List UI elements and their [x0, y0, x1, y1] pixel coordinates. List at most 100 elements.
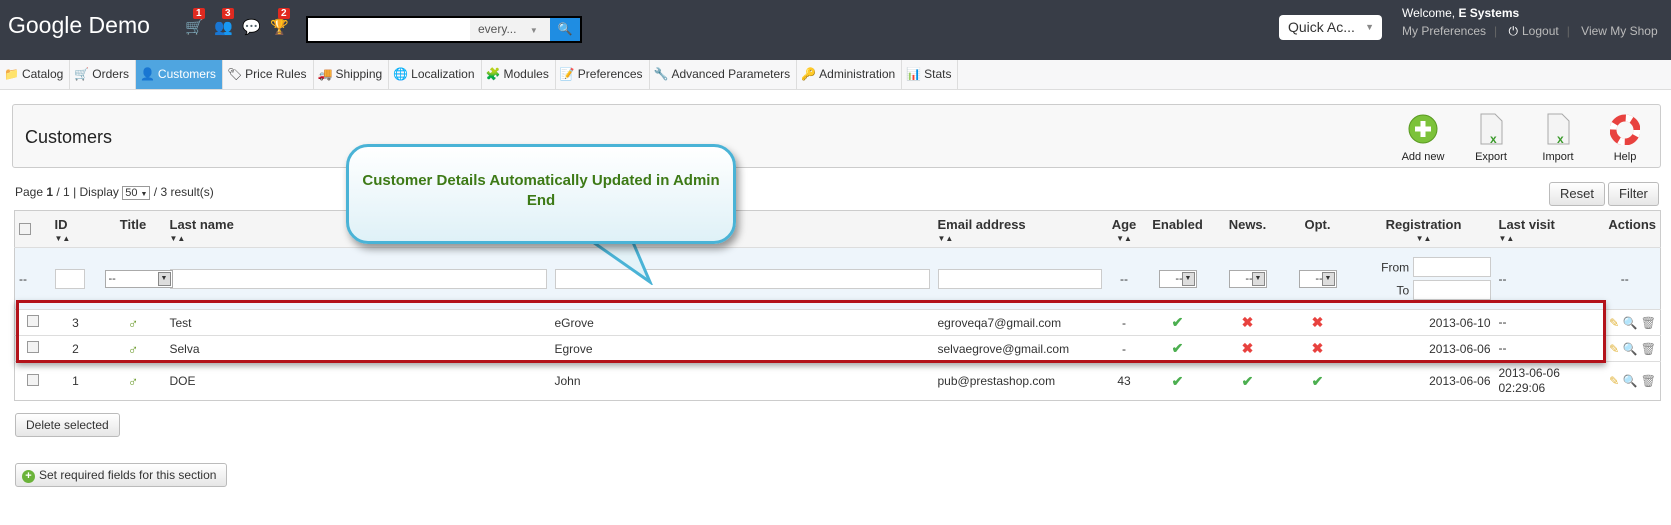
- reset-button[interactable]: Reset: [1549, 182, 1605, 206]
- registration-to-input[interactable]: [1412, 280, 1491, 300]
- tab-orders[interactable]: 🛒 Orders: [70, 60, 136, 89]
- logout-link[interactable]: Logout: [1522, 24, 1559, 38]
- column-label: Last visit: [1498, 217, 1555, 232]
- cell-first-name: John: [550, 361, 934, 401]
- cell-last-visit: --: [1494, 335, 1590, 362]
- cross-icon[interactable]: ✖: [1242, 314, 1254, 330]
- search-input[interactable]: every... ▼ 🔍: [306, 16, 582, 43]
- enabled-filter-select[interactable]: -- ▼: [1158, 269, 1197, 288]
- delete-selected-button[interactable]: Delete selected: [15, 413, 120, 437]
- sort-arrows-icon[interactable]: ▼▲: [938, 234, 1102, 243]
- chevron-down-icon: ▼: [1365, 22, 1374, 32]
- add-new-button[interactable]: Add new: [1393, 113, 1453, 163]
- cross-icon[interactable]: ✖: [1242, 340, 1254, 356]
- welcome-prefix: Welcome,: [1402, 6, 1459, 20]
- filter-button[interactable]: Filter: [1608, 182, 1659, 206]
- my-preferences-link[interactable]: My Preferences: [1402, 24, 1486, 38]
- import-label: Import: [1542, 151, 1574, 163]
- filter-dash: --: [14, 247, 51, 310]
- title-filter-select[interactable]: -- ▼: [104, 269, 173, 288]
- newsletter-filter-select[interactable]: -- ▼: [1228, 269, 1267, 288]
- search-scope-select[interactable]: every... ▼: [470, 18, 550, 41]
- tab-catalog[interactable]: 📁 Catalog: [0, 60, 71, 89]
- cell-registration: 2013-06-10: [1352, 309, 1495, 336]
- check-icon[interactable]: ✔: [1172, 314, 1184, 330]
- cross-icon[interactable]: ✖: [1312, 314, 1324, 330]
- column-label: Opt.: [1304, 217, 1331, 232]
- tab-customers[interactable]: 👤 Customers: [135, 60, 223, 89]
- id-filter-input[interactable]: [54, 268, 85, 289]
- price-icon: 🏷: [226, 67, 243, 81]
- select-all-checkbox[interactable]: [19, 223, 31, 235]
- top-header: Google Demo 🛒 1 👥 3 💬 🏆 2 every... ▼ 🔍 Quic…: [0, 0, 1671, 60]
- tab-stats[interactable]: 📊 Stats: [902, 60, 959, 89]
- shop-brand[interactable]: Google Demo: [8, 12, 150, 39]
- row-checkbox[interactable]: [26, 341, 39, 353]
- column-label: Last name: [169, 217, 234, 232]
- sort-arrows-icon[interactable]: ▼▲: [55, 234, 97, 243]
- view-icon[interactable]: 🔍: [1622, 316, 1637, 330]
- import-button[interactable]: x Import: [1528, 113, 1588, 163]
- search-icon: 🔍: [557, 22, 573, 36]
- row-checkbox[interactable]: [26, 315, 39, 327]
- tab-shipping[interactable]: 🚚 Shipping: [314, 60, 390, 89]
- excel-file-icon: x: [1547, 113, 1570, 146]
- registration-from-input[interactable]: [1412, 257, 1491, 277]
- new-customers-icon[interactable]: 👥 3: [214, 8, 234, 36]
- last-name-filter-input[interactable]: [169, 268, 547, 289]
- check-icon[interactable]: ✔: [1172, 373, 1184, 389]
- edit-icon[interactable]: ✎: [1609, 374, 1619, 388]
- per-page-select[interactable]: 50 ▼: [122, 186, 151, 200]
- column-header-age: Age ▼▲: [1105, 210, 1143, 248]
- sort-arrows-icon[interactable]: ▼▲: [1357, 234, 1491, 243]
- table-row[interactable]: 3 ♂ Test eGrove egroveqa7@gmail.com - ✔ ✖…: [14, 309, 1661, 336]
- tab-localization[interactable]: 🌐 Localization: [389, 60, 482, 89]
- new-orders-icon[interactable]: 🛒 1: [185, 8, 205, 36]
- help-button[interactable]: Help: [1595, 113, 1655, 163]
- trash-icon[interactable]: 🗑: [1641, 316, 1656, 330]
- cell-age: 43: [1105, 361, 1143, 401]
- row-checkbox[interactable]: [26, 373, 39, 386]
- tab-label: Localization: [411, 67, 475, 81]
- view-shop-link[interactable]: View My Shop: [1581, 24, 1657, 38]
- export-label: Export: [1475, 151, 1507, 163]
- tab-price-rules[interactable]: 🏷 Price Rules: [223, 60, 314, 89]
- tab-label: Customers: [157, 67, 216, 81]
- trophy-icon[interactable]: 🏆 2: [270, 8, 290, 36]
- customers-table: ID▼▲TitleLast name▼▲First name▼▲Email ad…: [14, 210, 1661, 401]
- tab-administration[interactable]: 🔑 Administration: [797, 60, 903, 89]
- email-filter-input[interactable]: [937, 268, 1102, 289]
- male-gender-icon: ♂: [127, 373, 139, 389]
- power-icon: ⏻: [1508, 24, 1519, 38]
- quick-access-label: Quick Ac...: [1288, 19, 1355, 35]
- trash-icon[interactable]: 🗑: [1641, 374, 1656, 388]
- sort-arrows-icon[interactable]: ▼▲: [1110, 234, 1139, 243]
- export-button[interactable]: x Export: [1461, 113, 1521, 163]
- tab-modules[interactable]: 🧩 Modules: [482, 60, 556, 89]
- user-name: E Systems: [1458, 6, 1520, 20]
- table-row[interactable]: 2 ♂ Selva Egrove selvaegrove@gmail.com -…: [14, 335, 1661, 362]
- search-button[interactable]: 🔍: [550, 18, 580, 41]
- key-icon: 🔑: [801, 67, 817, 81]
- edit-icon[interactable]: ✎: [1609, 342, 1619, 356]
- filter-row: -- -- ▼ -- -- ▼ -- ▼ -- ▼ From To -- --: [14, 247, 1661, 310]
- check-icon[interactable]: ✔: [1242, 373, 1254, 389]
- check-icon[interactable]: ✔: [1312, 373, 1324, 389]
- set-required-label: Set required fields for this section: [39, 468, 217, 482]
- view-icon[interactable]: 🔍: [1622, 342, 1637, 356]
- age-filter-dash: --: [1105, 247, 1143, 310]
- messages-icon[interactable]: 💬: [242, 18, 261, 36]
- trash-icon[interactable]: 🗑: [1641, 342, 1656, 356]
- tab-advanced-parameters[interactable]: 🔧 Advanced Parameters: [650, 60, 798, 89]
- check-icon[interactable]: ✔: [1172, 340, 1184, 356]
- set-required-fields-button[interactable]: + Set required fields for this section: [15, 463, 228, 487]
- chevron-down-icon: ▼: [140, 191, 148, 198]
- quick-access-select[interactable]: Quick Ac... ▼: [1279, 15, 1382, 40]
- tab-preferences[interactable]: 📝 Preferences: [556, 60, 650, 89]
- cross-icon[interactable]: ✖: [1312, 340, 1324, 356]
- view-icon[interactable]: 🔍: [1622, 374, 1637, 388]
- optin-filter-select[interactable]: -- ▼: [1298, 269, 1337, 288]
- edit-icon[interactable]: ✎: [1609, 316, 1619, 330]
- table-row[interactable]: 1 ♂ DOE John pub@prestashop.com 43 ✔ ✔ ✔ 2…: [14, 361, 1661, 401]
- sort-arrows-icon[interactable]: ▼▲: [1499, 234, 1586, 243]
